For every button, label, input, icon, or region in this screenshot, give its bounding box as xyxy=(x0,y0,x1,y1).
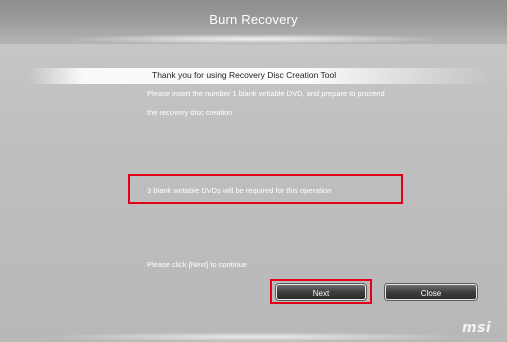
close-button[interactable]: Close xyxy=(385,284,477,300)
continue-prompt: Please click [Next] to continue xyxy=(147,260,248,269)
title-glow xyxy=(60,34,447,44)
title-bar: Burn Recovery xyxy=(0,0,507,44)
instruction-line-1: Please insert the number 1 blank writabl… xyxy=(147,89,385,98)
window-title: Burn Recovery xyxy=(209,12,298,27)
msi-logo: msi xyxy=(462,320,492,336)
burn-recovery-window: Burn Recovery Thank you for using Recove… xyxy=(0,0,507,342)
dvd-requirement-text: 3 blank writable DVDs will be required f… xyxy=(147,186,332,195)
next-button[interactable]: Next xyxy=(276,284,366,300)
welcome-heading: Thank you for using Recovery Disc Creati… xyxy=(152,70,337,80)
instruction-line-2: the recovery disc creation xyxy=(147,108,233,117)
bottom-glow xyxy=(40,332,470,342)
